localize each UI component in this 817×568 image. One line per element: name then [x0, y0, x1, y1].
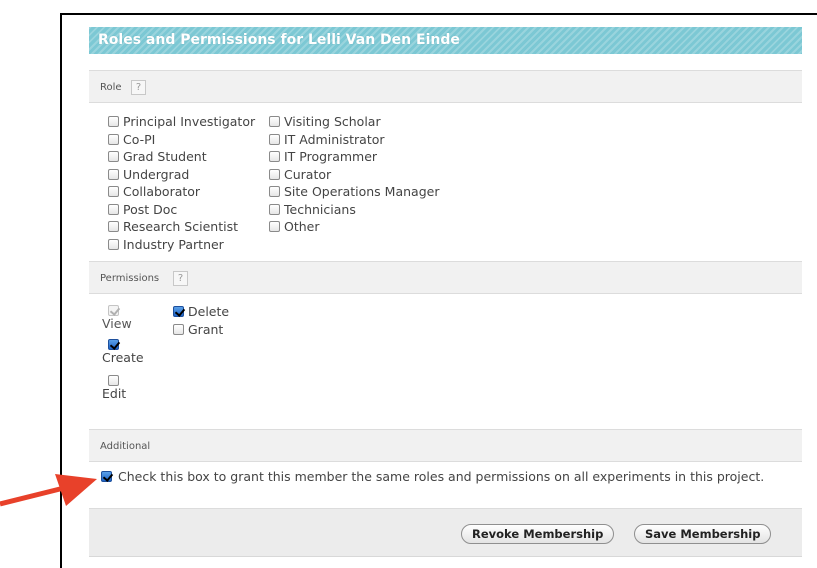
role-option[interactable]: IT Administrator	[269, 131, 439, 149]
panel-title: Roles and Permissions for Lelli Van Den …	[98, 32, 460, 48]
permission-grant-label: Grant	[188, 321, 224, 337]
role-option[interactable]: Other	[269, 218, 439, 236]
role-checkbox[interactable]	[108, 238, 119, 250]
panel-footer: Revoke Membership Save Membership	[89, 508, 802, 556]
arrow-shaft	[0, 485, 65, 507]
role-label: Post Doc	[123, 201, 178, 217]
panel-title-bar: Roles and Permissions for Lelli Van Den …	[89, 27, 802, 54]
permission-create-checkbox[interactable]	[108, 339, 119, 350]
role-checkbox[interactable]	[269, 168, 280, 180]
role-label: IT Administrator	[284, 131, 385, 147]
permission-grant-checkbox[interactable]	[173, 323, 184, 335]
apply-all-experiments-label: Check this box to grant this member the …	[118, 469, 765, 484]
role-help-button[interactable]: ?	[131, 80, 146, 95]
role-option[interactable]: Undergrad	[108, 166, 255, 184]
role-label: Grad Student	[123, 149, 207, 164]
role-checkbox[interactable]	[269, 133, 280, 145]
role-checkbox[interactable]	[108, 221, 119, 232]
role-label: Principal Investigator	[123, 114, 256, 129]
role-checkbox[interactable]	[108, 116, 119, 127]
role-checkbox[interactable]	[269, 151, 280, 162]
permission-grant[interactable]: Grant	[173, 321, 223, 339]
role-label: Visiting Scholar	[284, 114, 381, 129]
role-label: Undergrad	[123, 166, 190, 182]
permissions-help-button[interactable]: ?	[173, 271, 188, 286]
role-section-label: Role	[100, 82, 122, 93]
permissions-section-header: Permissions ?	[89, 261, 802, 294]
role-checkbox[interactable]	[108, 168, 119, 180]
frame-top-line	[60, 13, 817, 15]
role-option[interactable]: IT Programmer	[269, 148, 439, 166]
role-checkbox[interactable]	[108, 151, 119, 162]
roles-permissions-panel: Roles and Permissions for Lelli Van Den …	[89, 27, 802, 557]
role-option[interactable]: Visiting Scholar	[269, 113, 439, 131]
role-checkbox[interactable]	[108, 133, 119, 145]
role-checkbox[interactable]	[269, 221, 280, 232]
role-option[interactable]: Co-PI	[108, 131, 255, 149]
role-label: Research Scientist	[123, 219, 238, 234]
permission-create[interactable]: Create	[102, 339, 144, 366]
role-checkbox[interactable]	[108, 186, 119, 197]
role-checkbox[interactable]	[108, 203, 119, 215]
role-option[interactable]: Site Operations Manager	[269, 183, 439, 201]
role-label: Technicians	[284, 201, 356, 217]
role-checkbox[interactable]	[269, 186, 280, 197]
permission-view-label: View	[102, 316, 132, 331]
permission-delete[interactable]: Delete	[173, 303, 229, 321]
additional-option[interactable]: Check this box to grant this member the …	[101, 467, 791, 486]
role-column-2: Visiting Scholar IT Administrator IT Progr…	[269, 113, 439, 236]
role-label: Collaborator	[123, 184, 201, 199]
role-option[interactable]: Industry Partner	[108, 236, 255, 254]
arrow-head	[55, 474, 97, 506]
permission-edit-label: Edit	[102, 386, 127, 401]
additional-section-header: Additional	[89, 429, 802, 462]
role-label: Curator	[284, 166, 332, 182]
permission-view-checkbox	[108, 305, 119, 316]
role-label: Other	[284, 219, 320, 234]
permission-delete-label: Delete	[188, 304, 230, 319]
additional-section-label: Additional	[100, 441, 151, 452]
permission-edit[interactable]: Edit	[102, 375, 126, 402]
role-option[interactable]: Research Scientist	[108, 218, 255, 236]
role-column-1: Principal Investigator Co-PI Grad Student U…	[108, 113, 255, 253]
role-option[interactable]: Grad Student	[108, 148, 255, 166]
permission-create-label: Create	[102, 350, 144, 365]
role-checkbox[interactable]	[269, 116, 280, 127]
apply-all-experiments-checkbox[interactable]	[101, 470, 112, 482]
permissions-section-label: Permissions	[100, 273, 160, 284]
role-option[interactable]: Post Doc	[108, 201, 255, 219]
role-checkbox[interactable]	[269, 203, 280, 215]
role-option[interactable]: Collaborator	[108, 183, 255, 201]
save-membership-button[interactable]: Save Membership	[634, 524, 772, 544]
red-pointer-arrow	[0, 474, 97, 507]
revoke-membership-button[interactable]: Revoke Membership	[461, 524, 615, 544]
permission-view: View	[102, 305, 132, 332]
role-label: Industry Partner	[123, 236, 224, 252]
role-label: Co-PI	[123, 131, 156, 147]
role-label: Site Operations Manager	[284, 184, 440, 199]
role-option[interactable]: Technicians	[269, 201, 439, 219]
role-section-header: Role ?	[89, 70, 802, 103]
permission-edit-checkbox[interactable]	[108, 375, 119, 386]
role-option[interactable]: Curator	[269, 166, 439, 184]
permission-delete-checkbox[interactable]	[173, 306, 184, 317]
role-label: IT Programmer	[284, 149, 378, 164]
role-option[interactable]: Principal Investigator	[108, 113, 255, 131]
